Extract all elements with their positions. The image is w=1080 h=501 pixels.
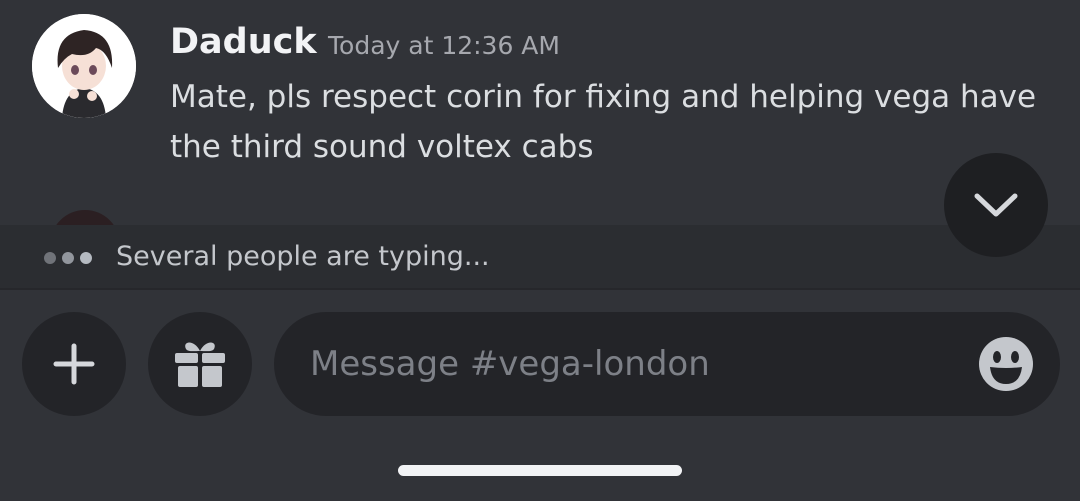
message-username[interactable]: Daduck	[170, 20, 317, 64]
chat-message[interactable]: Daduck Today at 12:36 AM Mate, pls respe…	[0, 0, 1080, 280]
emoji-button[interactable]	[978, 336, 1034, 392]
gift-icon	[175, 342, 225, 387]
home-indicator[interactable]	[398, 465, 682, 476]
jump-to-bottom-button[interactable]	[944, 153, 1048, 257]
plus-icon	[53, 343, 95, 385]
message-timestamp: Today at 12:36 AM	[328, 31, 560, 60]
chevron-down-icon	[974, 193, 1018, 217]
chat-screen: Daduck Today at 12:36 AM Mate, pls respe…	[0, 0, 1080, 501]
add-attachment-button[interactable]	[22, 312, 126, 416]
message-composer: Message #vega-london	[0, 288, 1080, 501]
gift-button[interactable]	[148, 312, 252, 416]
message-input-placeholder: Message #vega-london	[310, 344, 710, 384]
emoji-icon	[979, 337, 1033, 391]
message-input[interactable]: Message #vega-london	[274, 312, 1060, 416]
typing-dot	[44, 252, 56, 264]
typing-dot	[62, 252, 74, 264]
typing-status-text: Several people are typing...	[116, 241, 490, 272]
typing-dot	[80, 252, 92, 264]
message-content: Mate, pls respect corin for fixing and h…	[170, 79, 1037, 165]
typing-dots-icon	[44, 252, 92, 264]
avatar-image	[32, 14, 136, 118]
typing-indicator: Several people are typing...	[0, 225, 1080, 288]
avatar[interactable]	[32, 14, 136, 118]
